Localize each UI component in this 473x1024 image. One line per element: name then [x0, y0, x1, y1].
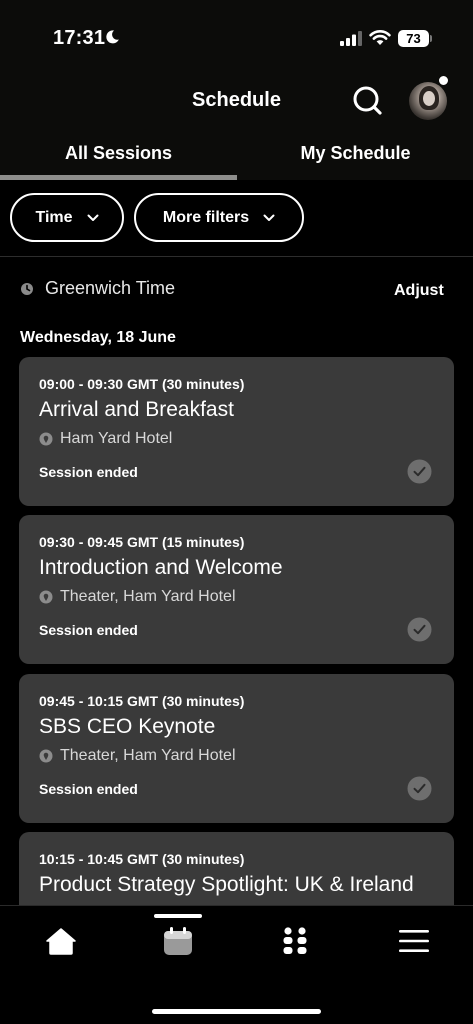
chevron-down-icon	[87, 214, 99, 221]
session-location-text: Ham Yard Hotel	[60, 430, 173, 447]
moon-icon	[106, 30, 119, 44]
session-status: Session ended	[39, 781, 138, 797]
session-location: Theater, Ham Yard Hotel	[39, 588, 236, 606]
bottom-nav	[0, 905, 473, 1024]
check-circle-icon	[407, 776, 432, 801]
tab-all-sessions[interactable]: All Sessions	[0, 136, 237, 180]
date-heading: Wednesday, 18 June	[20, 329, 176, 346]
check-circle-icon	[407, 459, 432, 484]
session-title: Arrival and Breakfast	[39, 398, 234, 421]
session-card[interactable]: 09:00 - 09:30 GMT (30 minutes) Arrival a…	[19, 357, 454, 506]
session-time: 09:45 - 10:15 GMT (30 minutes)	[39, 693, 245, 709]
session-time: 10:15 - 10:45 GMT (30 minutes)	[39, 851, 245, 867]
search-icon[interactable]	[350, 83, 384, 117]
avatar[interactable]	[409, 82, 447, 120]
home-icon[interactable]	[44, 926, 78, 956]
session-time: 09:30 - 09:45 GMT (15 minutes)	[39, 534, 245, 550]
location-pin-icon	[39, 749, 53, 763]
wifi-icon	[369, 30, 391, 45]
session-title: Product Strategy Spotlight: UK & Ireland	[39, 873, 414, 896]
time-filter-label: Time	[35, 208, 73, 226]
time-filter-button[interactable]: Time	[10, 193, 124, 242]
session-title: Introduction and Welcome	[39, 556, 283, 579]
clock-icon	[21, 283, 33, 295]
chevron-down-icon	[263, 214, 275, 221]
divider	[0, 256, 473, 257]
signal-icon	[340, 31, 362, 46]
timezone-label: Greenwich Time	[45, 278, 176, 298]
battery-level: 73	[398, 30, 429, 47]
session-card[interactable]: 09:30 - 09:45 GMT (15 minutes) Introduct…	[19, 515, 454, 664]
notification-dot	[438, 75, 449, 86]
session-location-text: Theater, Ham Yard Hotel	[60, 588, 236, 605]
avatar-face	[423, 91, 435, 106]
check-circle-icon	[407, 617, 432, 642]
menu-icon[interactable]	[397, 926, 431, 956]
location-pin-icon	[39, 590, 53, 604]
active-tab-underline	[0, 175, 237, 180]
more-filters-label: More filters	[162, 208, 250, 226]
session-location: Ham Yard Hotel	[39, 430, 172, 448]
page-title: Schedule	[192, 89, 281, 111]
session-title: SBS CEO Keynote	[39, 715, 216, 738]
session-card[interactable]: 09:45 - 10:15 GMT (30 minutes) SBS CEO K…	[19, 674, 454, 823]
filter-bar: Time More filters	[0, 193, 473, 243]
people-icon[interactable]	[278, 926, 312, 956]
battery-indicator: 73	[398, 30, 432, 47]
tab-my-schedule[interactable]: My Schedule	[237, 136, 473, 180]
adjust-timezone-link[interactable]: Adjust	[394, 282, 444, 300]
active-nav-indicator	[154, 914, 202, 918]
calendar-icon[interactable]	[161, 926, 195, 956]
session-status: Session ended	[39, 622, 138, 638]
status-time: 17:31	[53, 27, 106, 49]
status-bar: 17:31 73	[0, 0, 473, 78]
battery-tip	[430, 35, 432, 42]
location-pin-icon	[39, 432, 53, 446]
session-time: 09:00 - 09:30 GMT (30 minutes)	[39, 376, 245, 392]
timezone-row: Greenwich Time Adjust	[0, 276, 473, 306]
header: Schedule All Sessions My Schedule	[0, 75, 473, 180]
session-location: Theater, Ham Yard Hotel	[39, 747, 236, 765]
more-filters-button[interactable]: More filters	[134, 193, 304, 242]
session-location-text: Theater, Ham Yard Hotel	[60, 747, 236, 764]
tab-bar: All Sessions My Schedule	[0, 136, 473, 180]
home-indicator	[152, 1009, 321, 1014]
session-status: Session ended	[39, 464, 138, 480]
